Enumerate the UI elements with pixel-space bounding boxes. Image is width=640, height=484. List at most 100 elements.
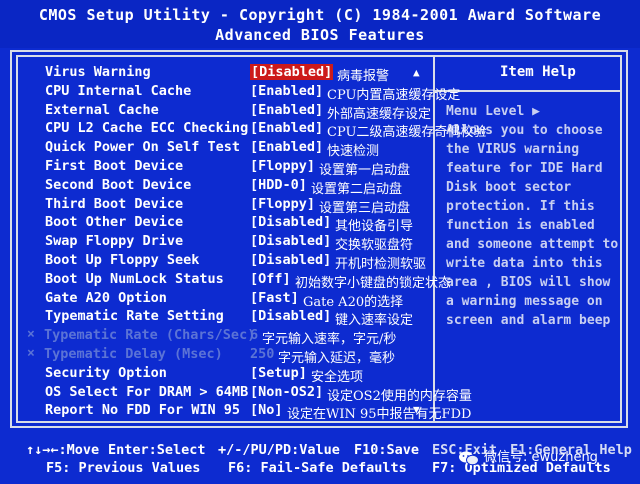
setting-annotation: 设置第二启动盘 xyxy=(311,181,403,197)
setting-annotation: 设定在WIN 95中报告有无FDD xyxy=(287,407,472,423)
setting-label: Security Option xyxy=(45,364,167,381)
setting-annotation: CPU内置高速缓存设定 xyxy=(327,87,461,103)
setting-annotation: 病毒报警 xyxy=(337,69,390,84)
hint-move: ↑↓→←:Move xyxy=(26,442,100,458)
setting-annotation: 设定OS2使用的内存容量 xyxy=(327,388,472,404)
setting-row[interactable]: External Cache [Enabled] 外部高速缓存设定 xyxy=(0,101,440,122)
help-line: function is enabled xyxy=(446,218,595,233)
disabled-marker-icon: × xyxy=(27,327,35,343)
setting-row[interactable]: Third Boot Device [Floppy] 设置第三启动盘 xyxy=(0,195,440,216)
setting-row: × Typematic Delay (Msec) 250 字元输入延迟，毫秒 xyxy=(0,346,440,366)
setting-value[interactable]: [Off] xyxy=(250,271,291,287)
help-line: the VIRUS warning xyxy=(446,142,580,157)
watermark-text: 微信号: ewuzheng xyxy=(484,450,598,465)
title-bar: CMOS Setup Utility - Copyright (C) 1984-… xyxy=(0,0,640,48)
setting-label: Boot Up NumLock Status xyxy=(45,270,224,287)
setting-label: Typematic Delay (Msec) xyxy=(44,346,223,362)
setting-value[interactable]: [Disabled] xyxy=(250,252,331,268)
setting-annotation: 字元输入延迟，毫秒 xyxy=(278,351,396,366)
setting-label: Third Boot Device xyxy=(45,195,184,212)
setting-row[interactable]: OS Select For DRAM > 64MB [Non-OS2] 设定OS2使… xyxy=(0,383,472,404)
setting-value[interactable]: [Non-OS2] xyxy=(250,384,323,400)
setting-value[interactable]: [Enabled] xyxy=(250,120,323,136)
setting-value[interactable]: [Disabled] xyxy=(250,64,334,80)
setting-row[interactable]: Second Boot Device [HDD-0] 设置第二启动盘 xyxy=(0,176,440,197)
hint-select: Enter:Select xyxy=(108,442,206,458)
setting-annotation: 其他设备引导 xyxy=(335,219,414,235)
setting-value[interactable]: [HDD-0] xyxy=(250,177,307,193)
setting-value[interactable]: [Enabled] xyxy=(250,139,323,155)
setting-row: × Typematic Rate (Chars/Sec) 6 字元输入速率，字元/秒 xyxy=(0,327,440,348)
disabled-marker-icon: × xyxy=(27,346,35,361)
setting-row[interactable]: Swap Floppy Drive [Disabled] 交换软驱盘符 xyxy=(0,233,440,254)
setting-row[interactable]: Typematic Rate Setting [Disabled] 键入速率设定 xyxy=(0,308,440,329)
setting-row[interactable]: Security Option [Setup] 安全选项 xyxy=(0,364,440,385)
help-separator xyxy=(435,90,622,92)
setting-label: External Cache xyxy=(45,101,159,118)
setting-row[interactable]: Report No FDD For WIN 95 [No] 设定在WIN 95中报告… xyxy=(0,402,471,422)
setting-label: Quick Power On Self Test xyxy=(45,139,241,156)
setting-annotation: 设置第三启动盘 xyxy=(319,200,411,216)
help-line: write data into this xyxy=(446,256,603,271)
setting-value[interactable]: [Enabled] xyxy=(250,83,323,99)
help-line: a warning message on xyxy=(446,294,603,309)
help-line: Disk boot sector xyxy=(446,180,572,195)
setting-row[interactable]: CPU Internal Cache [Enabled] CPU内置高速缓存设定 xyxy=(0,82,460,103)
setting-annotation: 安全选项 xyxy=(311,369,364,385)
setting-annotation: 外部高速缓存设定 xyxy=(327,106,432,122)
hint-fail-safe: F6: Fail-Safe Defaults xyxy=(228,460,407,476)
setting-annotation: 字元输入速率，字元/秒 xyxy=(262,332,397,348)
setting-row[interactable]: Boot Up NumLock Status [Off] 初始数字小键盘的锁定状态 xyxy=(0,270,451,291)
setting-label: First Boot Device xyxy=(45,158,184,174)
setting-label: CPU L2 Cache ECC Checking xyxy=(45,120,249,137)
help-line: screen and alarm beep xyxy=(446,313,611,328)
setting-label: OS Select For DRAM > 64MB xyxy=(45,383,249,400)
setting-value[interactable]: [Setup] xyxy=(250,365,307,381)
setting-label: Boot Up Floppy Seek xyxy=(45,252,200,268)
setting-value: 6 xyxy=(250,327,259,344)
setting-row[interactable]: Gate A20 Option [Fast] Gate A20的选择 xyxy=(0,289,440,310)
help-line: area , BIOS will show xyxy=(446,275,611,290)
setting-row[interactable]: First Boot Device [Floppy] 设置第一启动盘 xyxy=(0,158,440,178)
setting-value: 250 xyxy=(250,346,275,362)
hint-save: F10:Save xyxy=(354,442,420,458)
setting-annotation: 开机时检测软驱 xyxy=(335,257,427,272)
setting-label: Second Boot Device xyxy=(45,176,192,193)
setting-annotation: Gate A20的选择 xyxy=(303,294,404,310)
setting-annotation: 快速检测 xyxy=(327,144,380,160)
setting-value[interactable]: [Floppy] xyxy=(250,196,315,212)
setting-annotation: 键入速率设定 xyxy=(335,313,414,329)
setting-value[interactable]: [Disabled] xyxy=(250,214,331,230)
page-title: Advanced BIOS Features xyxy=(215,26,425,44)
help-line: feature for IDE Hard xyxy=(446,161,603,176)
setting-row[interactable]: Boot Up Floppy Seek [Disabled] 开机时检测软驱 xyxy=(0,252,440,272)
utility-title: CMOS Setup Utility - Copyright (C) 1984-… xyxy=(38,6,602,24)
setting-value[interactable]: [Disabled] xyxy=(250,233,331,249)
setting-value[interactable]: [Fast] xyxy=(250,290,299,306)
watermark: 微信号: ewuzheng xyxy=(458,446,598,466)
setting-label: Gate A20 Option xyxy=(45,289,167,306)
setting-row[interactable]: Virus Warning [Disabled] 病毒报警 xyxy=(0,64,440,84)
setting-annotation: CPU二级高速缓存奇偶校验 xyxy=(327,125,487,141)
setting-value[interactable]: [Enabled] xyxy=(250,102,323,118)
help-line: protection. If this xyxy=(446,199,595,214)
hint-previous-values: F5: Previous Values xyxy=(46,460,201,476)
hint-value: +/-/PU/PD:Value xyxy=(218,442,340,458)
setting-label: Report No FDD For WIN 95 xyxy=(45,402,241,419)
help-line: Menu Level ▶ xyxy=(446,104,540,119)
setting-row[interactable]: CPU L2 Cache ECC Checking [Enabled] CPU二级高… xyxy=(0,120,486,140)
setting-label: Virus Warning xyxy=(45,64,151,80)
setting-label: CPU Internal Cache xyxy=(45,82,192,99)
wechat-icon xyxy=(459,451,479,465)
setting-annotation: 初始数字小键盘的锁定状态 xyxy=(295,275,452,291)
setting-row[interactable]: Quick Power On Self Test [Enabled] 快速检测 xyxy=(0,139,440,160)
setting-value[interactable]: [Floppy] xyxy=(250,158,315,174)
setting-annotation: 交换软驱盘符 xyxy=(335,238,414,254)
setting-annotation: 设置第一启动盘 xyxy=(319,163,411,178)
setting-value[interactable]: [Disabled] xyxy=(250,308,331,324)
item-help-title: Item Help xyxy=(500,64,576,80)
setting-label: Boot Other Device xyxy=(45,214,184,231)
setting-value[interactable]: [No] xyxy=(250,402,283,418)
setting-label: Typematic Rate (Chars/Sec) xyxy=(44,327,256,344)
setting-row[interactable]: Boot Other Device [Disabled] 其他设备引导 xyxy=(0,214,440,235)
